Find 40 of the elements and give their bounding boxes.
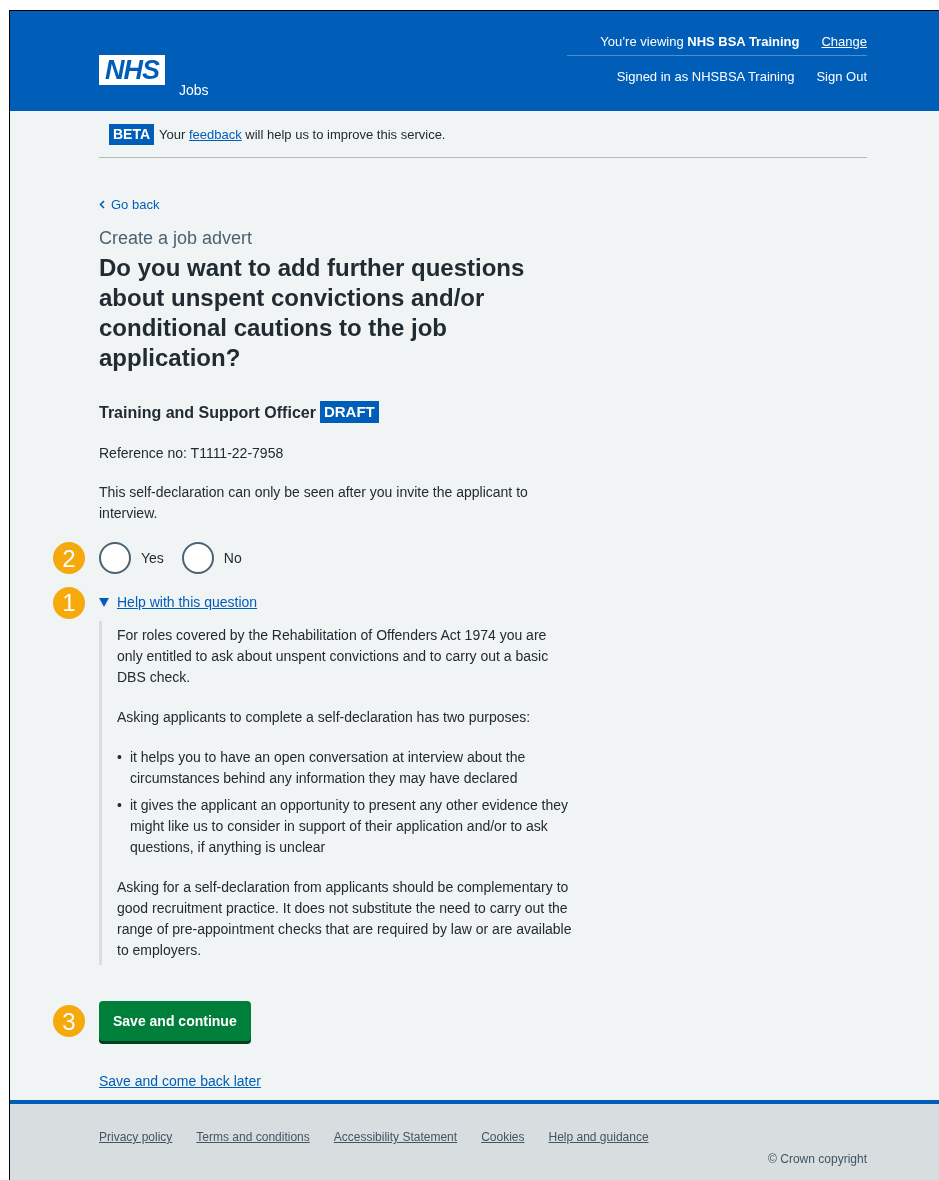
signed-in-text: Signed in as NHSBSA Training: [616, 68, 795, 84]
back-link[interactable]: Go back: [99, 194, 160, 215]
job-title: Training and Support Officer: [99, 402, 316, 423]
footer-link[interactable]: Cookies: [481, 1130, 525, 1144]
radio-button[interactable]: [181, 542, 214, 574]
bullet-mark: •: [117, 748, 122, 767]
change-link[interactable]: Change: [821, 34, 867, 49]
details-summary-link[interactable]: Help with this question: [117, 592, 258, 613]
footer-link[interactable]: Terms and conditions: [196, 1130, 310, 1144]
bullet-mark: •: [117, 796, 122, 815]
footer-link[interactable]: Privacy policy: [99, 1130, 173, 1144]
nhs-logo[interactable]: NHS: [99, 55, 165, 85]
save-later-link[interactable]: Save and come back later: [99, 1071, 599, 1092]
sign-out-link[interactable]: Sign Out: [816, 68, 867, 84]
footer-link[interactable]: Help and guidance: [548, 1130, 649, 1144]
radio-label[interactable]: No: [223, 547, 242, 569]
page-heading: Do you want to add further questions about unspent convictions and/or conditional cautions to the job application?: [99, 253, 526, 373]
step-marker: 1: [53, 586, 85, 619]
radio-label[interactable]: Yes: [141, 547, 164, 569]
footer-link[interactable]: Accessibility Statement: [333, 1130, 458, 1144]
step-marker: 2: [53, 542, 85, 574]
copyright-text: © Crown copyright: [768, 1152, 867, 1166]
beta-tag: BETA: [109, 123, 155, 145]
bullet-item: it helps you to have an open conversation at interview about the circumstances behind any information they may have declared: [129, 748, 527, 788]
details-paragraph: Asking for a self-declaration from applicants should be complementary to good recruitment practice. It does not substitute the need to carry out the range of pre-appointment checks that are required by law or are available to employers.: [117, 878, 572, 960]
chevron-left-icon: [99, 200, 105, 209]
details-paragraph: Asking applicants to complete a self-declaration has two purposes:: [117, 708, 532, 727]
status-tag: DRAFT: [319, 401, 379, 423]
save-and-continue-button[interactable]: Save and continue: [99, 1001, 251, 1041]
step-marker: 3: [53, 1005, 85, 1037]
service-name: Jobs: [179, 82, 209, 98]
hint-text: This self-declaration can only be seen after you invite the applicant to interview.: [99, 483, 529, 523]
reference-number: Reference no: T1111-22-7958: [99, 444, 285, 463]
radio-button[interactable]: [99, 542, 131, 574]
details-paragraph: For roles covered by the Rehabilitation of Offenders Act 1974 you are only entitled to ask about unspent convictions and to carry out a basic DBS check.: [117, 626, 550, 687]
bullet-item: it gives the applicant an opportunity to present any other evidence they might like us to consider in support of their application and/or to ask questions, if anything is unclear: [129, 796, 570, 857]
feedback-link[interactable]: feedback: [188, 126, 242, 142]
page-caption: Create a job advert: [99, 227, 254, 249]
viewing-organisation: You’re viewing NHS BSA Training: [600, 34, 800, 49]
beta-message: Your feedback will help us to improve this service.: [159, 125, 446, 144]
